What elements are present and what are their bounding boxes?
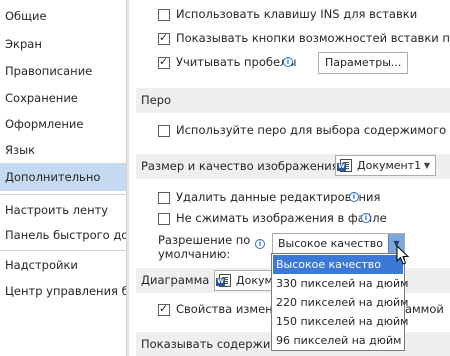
resolution-label-line1: Разрешение по	[158, 233, 251, 247]
option-150-ppi[interactable]: 150 пикселей на дюйм	[273, 312, 408, 331]
checkbox-paste-buttons[interactable]: ✓	[158, 31, 170, 45]
ins-key-label: Использовать клавишу INS для вставки	[176, 7, 418, 21]
option-high-quality[interactable]: Высокое качество	[273, 255, 403, 274]
option-96-ppi[interactable]: 96 пикселей на дюйм	[273, 331, 403, 350]
nav-item-language[interactable]: Язык	[0, 136, 126, 164]
nav-item-quick-access-toolbar[interactable]: Панель быстрого доступа	[0, 221, 126, 249]
smart-spaces-label: Учитывать пробелы	[176, 55, 297, 69]
image-document-value: Документ1	[357, 159, 422, 172]
checkbox-smart-spaces[interactable]: ✓	[158, 55, 170, 69]
nav-divider	[0, 194, 126, 195]
word-document-icon: W	[216, 274, 231, 287]
checkbox-ins-key[interactable]	[158, 9, 170, 21]
options-nav: Общие Экран Правописание Сохранение Офор…	[0, 0, 126, 356]
image-document-select[interactable]: W Документ1 ▼	[335, 155, 436, 176]
nav-item-customize-ribbon[interactable]: Настроить ленту	[0, 196, 126, 224]
settings-button[interactable]: Параметры...	[318, 52, 409, 74]
resolution-select[interactable]: Высокое качество ▼	[272, 233, 405, 254]
checkbox-chart-properties[interactable]: ✓	[158, 302, 170, 316]
nav-item-add-ins[interactable]: Надстройки	[0, 251, 126, 279]
paste-buttons-label: Показывать кнопки возможностей вставки п…	[176, 31, 450, 45]
nav-item-display[interactable]: Экран	[0, 30, 126, 58]
info-icon: i	[349, 192, 359, 202]
section-header-pen: Перо	[136, 88, 450, 113]
word-document-icon: W	[337, 159, 352, 172]
checkmark-icon: ✓	[159, 302, 169, 315]
resolution-label-line2: умолчанию:	[158, 247, 231, 261]
nav-item-advanced[interactable]: Дополнительно	[0, 163, 126, 191]
info-icon: i	[361, 213, 371, 223]
checkbox-discard-edit-data[interactable]	[158, 192, 170, 204]
resolution-dropdown-list: Высокое качество 330 пикселей на дюйм 22…	[271, 253, 408, 351]
no-compress-label: Не сжимать изображения в файле	[176, 211, 387, 225]
section-title: Диаграмма	[141, 273, 210, 287]
mouse-pointer-icon	[396, 245, 410, 265]
resolution-value: Высокое качество	[278, 237, 383, 250]
checkbox-no-compress[interactable]	[158, 213, 170, 225]
use-pen-label: Используйте перо для выбора содержимого …	[176, 123, 450, 137]
checkbox-use-pen[interactable]	[158, 125, 170, 137]
section-title: Размер и качество изображения	[141, 159, 339, 173]
nav-item-general[interactable]: Общие	[0, 2, 126, 30]
nav-item-proofing[interactable]: Правописание	[0, 57, 126, 85]
checkmark-icon: ✓	[159, 31, 169, 44]
info-icon: i	[283, 57, 293, 67]
info-icon: i	[255, 239, 265, 249]
option-220-ppi[interactable]: 220 пикселей на дюйм	[273, 293, 408, 312]
checkmark-icon: ✓	[159, 55, 169, 68]
section-title: Перо	[141, 93, 172, 107]
option-330-ppi[interactable]: 330 пикселей на дюйм	[273, 274, 408, 293]
chevron-down-icon: ▼	[423, 161, 431, 170]
nav-item-trust-center[interactable]: Центр управления безопасностью	[0, 277, 126, 305]
nav-item-save[interactable]: Сохранение	[0, 84, 126, 112]
nav-item-typography[interactable]: Оформление	[0, 110, 126, 138]
